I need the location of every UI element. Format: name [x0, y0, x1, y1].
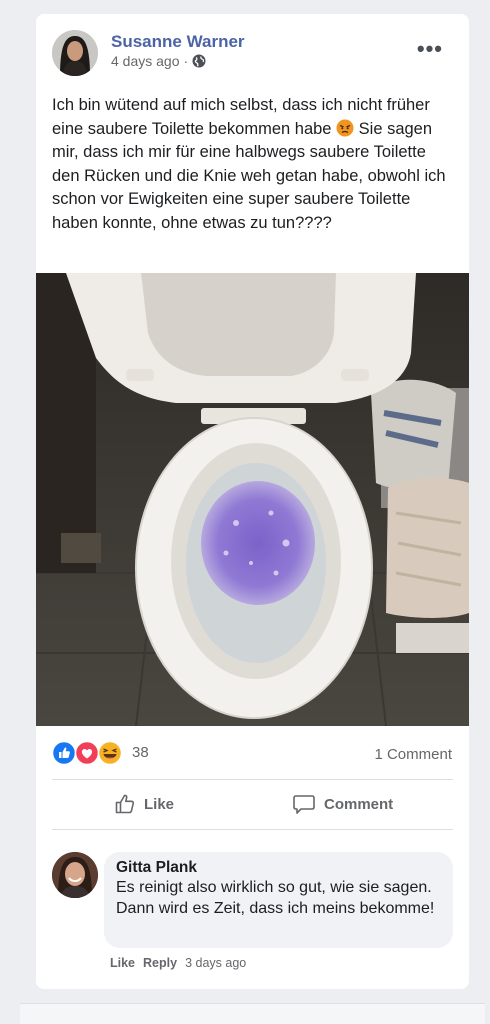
post-timestamp[interactable]: 4 days ago	[111, 53, 180, 69]
meta-separator: ·	[183, 53, 189, 69]
divider-top	[52, 779, 453, 780]
post-meta: 4 days ago ·	[111, 53, 206, 69]
next-post-edge	[20, 1003, 485, 1024]
comment-like-link[interactable]: Like	[110, 956, 135, 970]
left-margin	[0, 0, 20, 1003]
comment-text: Es reinigt also wirklich so gut, wie sie…	[116, 879, 435, 917]
post-text: Ich bin wütend auf mich selbst, dass ich…	[52, 94, 452, 235]
more-options-icon[interactable]: •••	[417, 36, 443, 62]
reaction-icons[interactable]	[51, 740, 128, 766]
like-button-label: Like	[144, 795, 175, 813]
thumbs-up-icon	[115, 794, 135, 814]
comment-count[interactable]: 1 Comment	[374, 746, 452, 763]
author-avatar[interactable]	[52, 30, 98, 76]
commenter-avatar[interactable]	[52, 852, 98, 898]
comment-bubble: Gitta Plank Es reinigt also wirklich so …	[104, 852, 453, 948]
author-name[interactable]: Susanne Warner	[111, 32, 245, 52]
post-photo[interactable]	[36, 273, 469, 726]
comment-button-label: Comment	[324, 795, 394, 813]
globe-icon	[192, 54, 206, 68]
reactions-summary: 38 1 Comment	[51, 740, 452, 766]
right-margin	[470, 0, 490, 1003]
divider-bottom	[52, 829, 453, 830]
commenter-name[interactable]: Gitta Plank	[116, 859, 441, 877]
comment-timestamp[interactable]: 3 days ago	[185, 956, 246, 970]
comment-actions: Like Reply 3 days ago	[110, 956, 246, 970]
comment-button[interactable]: Comment	[292, 792, 393, 816]
like-button[interactable]: Like	[114, 792, 174, 816]
haha-icon	[97, 740, 123, 766]
angry-face-icon	[336, 119, 354, 137]
reaction-count[interactable]: 38	[132, 744, 149, 761]
post-card: Susanne Warner 4 days ago · ••• Ich bin …	[36, 14, 469, 989]
comment-reply-link[interactable]: Reply	[143, 956, 177, 970]
comment-bubble-icon	[293, 795, 315, 814]
love-icon	[74, 740, 100, 766]
like-icon	[51, 740, 77, 766]
